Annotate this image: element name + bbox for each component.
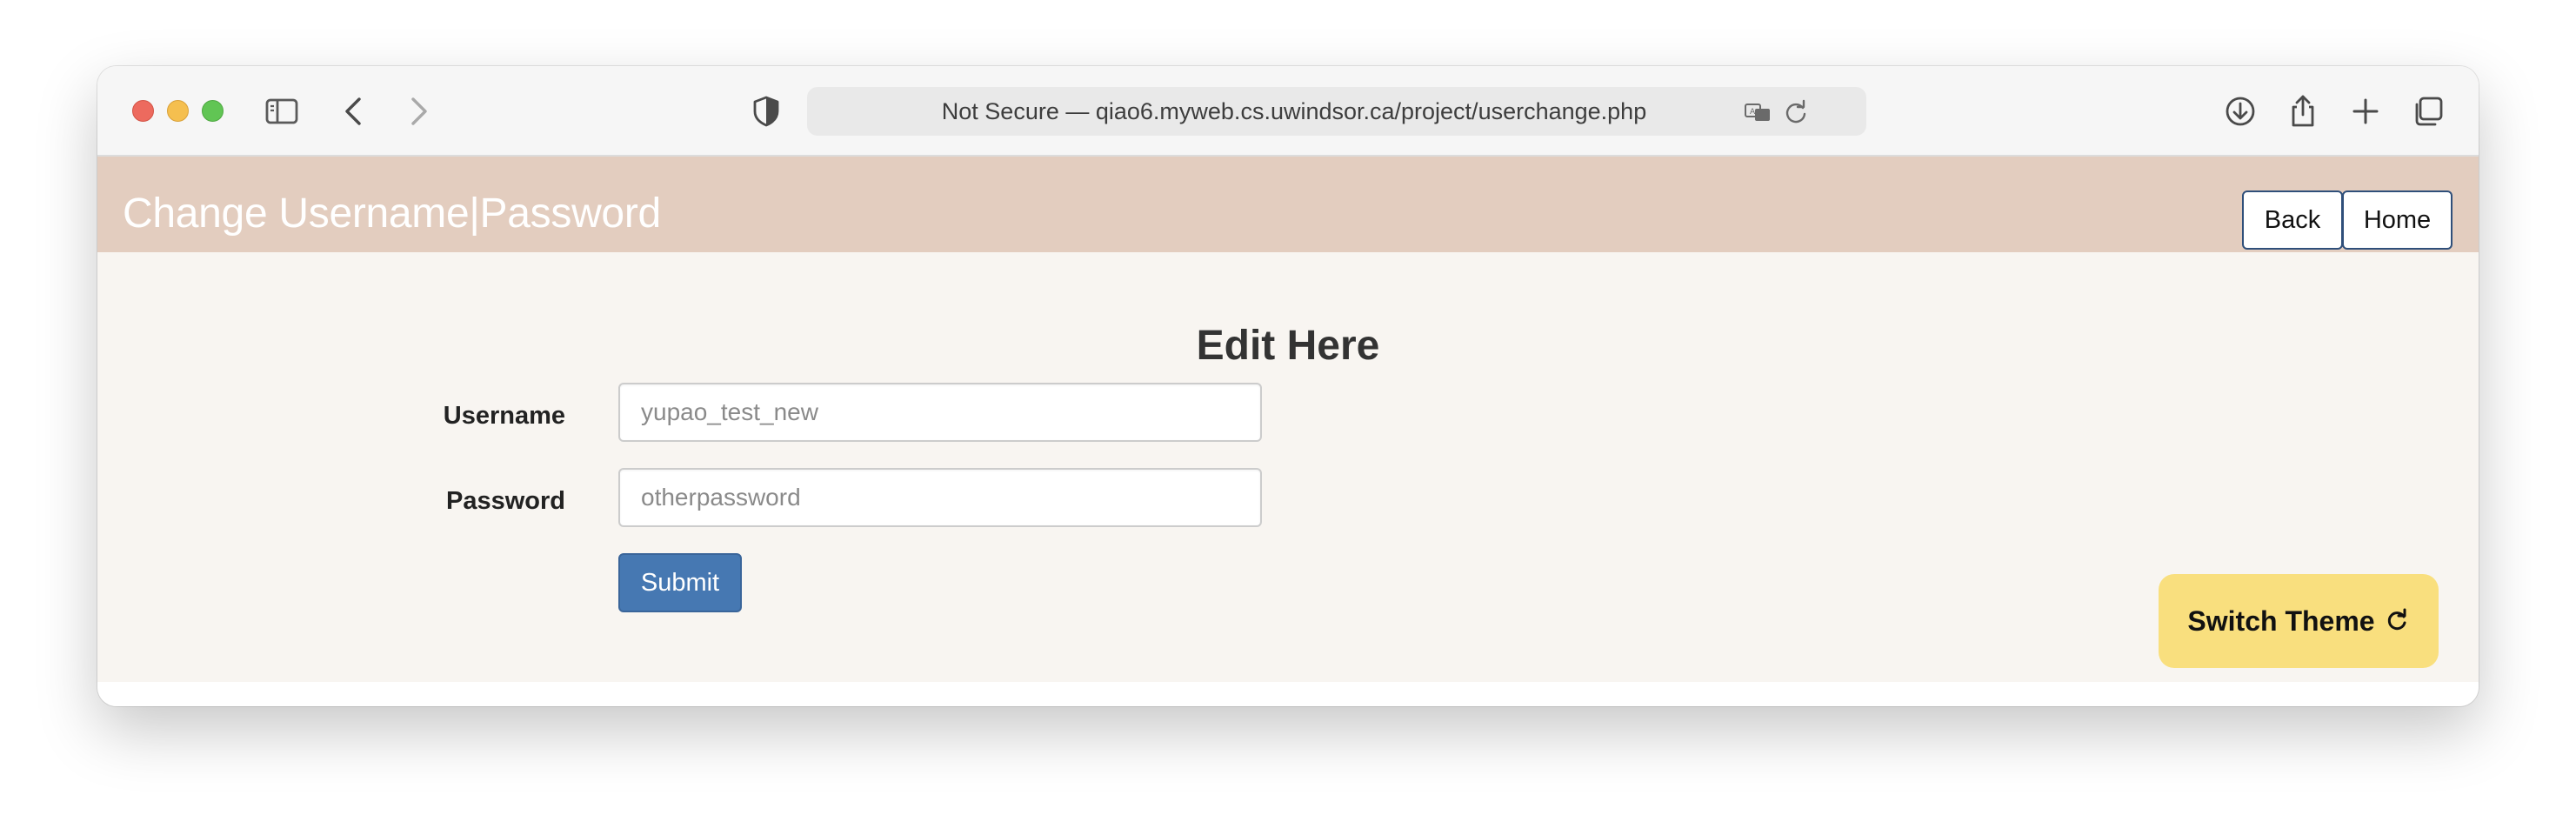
back-arrow-icon[interactable]: [336, 92, 374, 130]
submit-button[interactable]: Submit: [618, 553, 742, 612]
zoom-window-button[interactable]: [202, 100, 224, 122]
minimize-window-button[interactable]: [167, 100, 189, 122]
main-content: Edit Here Username Password Submit Switc…: [97, 252, 2479, 682]
forward-arrow-icon[interactable]: [398, 92, 437, 130]
download-icon[interactable]: [2221, 92, 2259, 130]
address-bar[interactable]: Not Secure — qiao6.myweb.cs.uwindsor.ca/…: [807, 87, 1866, 136]
home-button[interactable]: Home: [2342, 190, 2453, 250]
site-header: Change Username|Password Back Home: [97, 157, 2479, 252]
sidebar-icon[interactable]: [263, 92, 301, 130]
refresh-icon: [2384, 608, 2410, 634]
reload-icon[interactable]: [1781, 97, 1811, 127]
password-label: Password: [446, 487, 565, 515]
page-bottom: [97, 682, 2479, 706]
translate-icon[interactable]: A: [1743, 97, 1772, 127]
shield-icon[interactable]: [747, 92, 785, 130]
new-tab-icon[interactable]: [2346, 92, 2385, 130]
back-button[interactable]: Back: [2242, 190, 2343, 250]
username-label: Username: [443, 402, 565, 430]
switch-theme-label: Switch Theme: [2187, 605, 2375, 637]
close-window-button[interactable]: [132, 100, 154, 122]
svg-text:A: A: [1750, 108, 1756, 117]
username-field[interactable]: [618, 383, 1262, 442]
address-text: Not Secure — qiao6.myweb.cs.uwindsor.ca/…: [941, 98, 1647, 124]
switch-theme-button[interactable]: Switch Theme: [2159, 574, 2439, 668]
page-title: Change Username|Password: [123, 190, 661, 237]
browser-toolbar: Not Secure — qiao6.myweb.cs.uwindsor.ca/…: [97, 66, 2479, 157]
form-heading: Edit Here: [1196, 323, 1380, 369]
browser-window: Not Secure — qiao6.myweb.cs.uwindsor.ca/…: [97, 66, 2479, 706]
tab-overview-icon[interactable]: [2409, 92, 2447, 130]
share-icon[interactable]: [2284, 92, 2322, 130]
password-field[interactable]: [618, 468, 1262, 527]
